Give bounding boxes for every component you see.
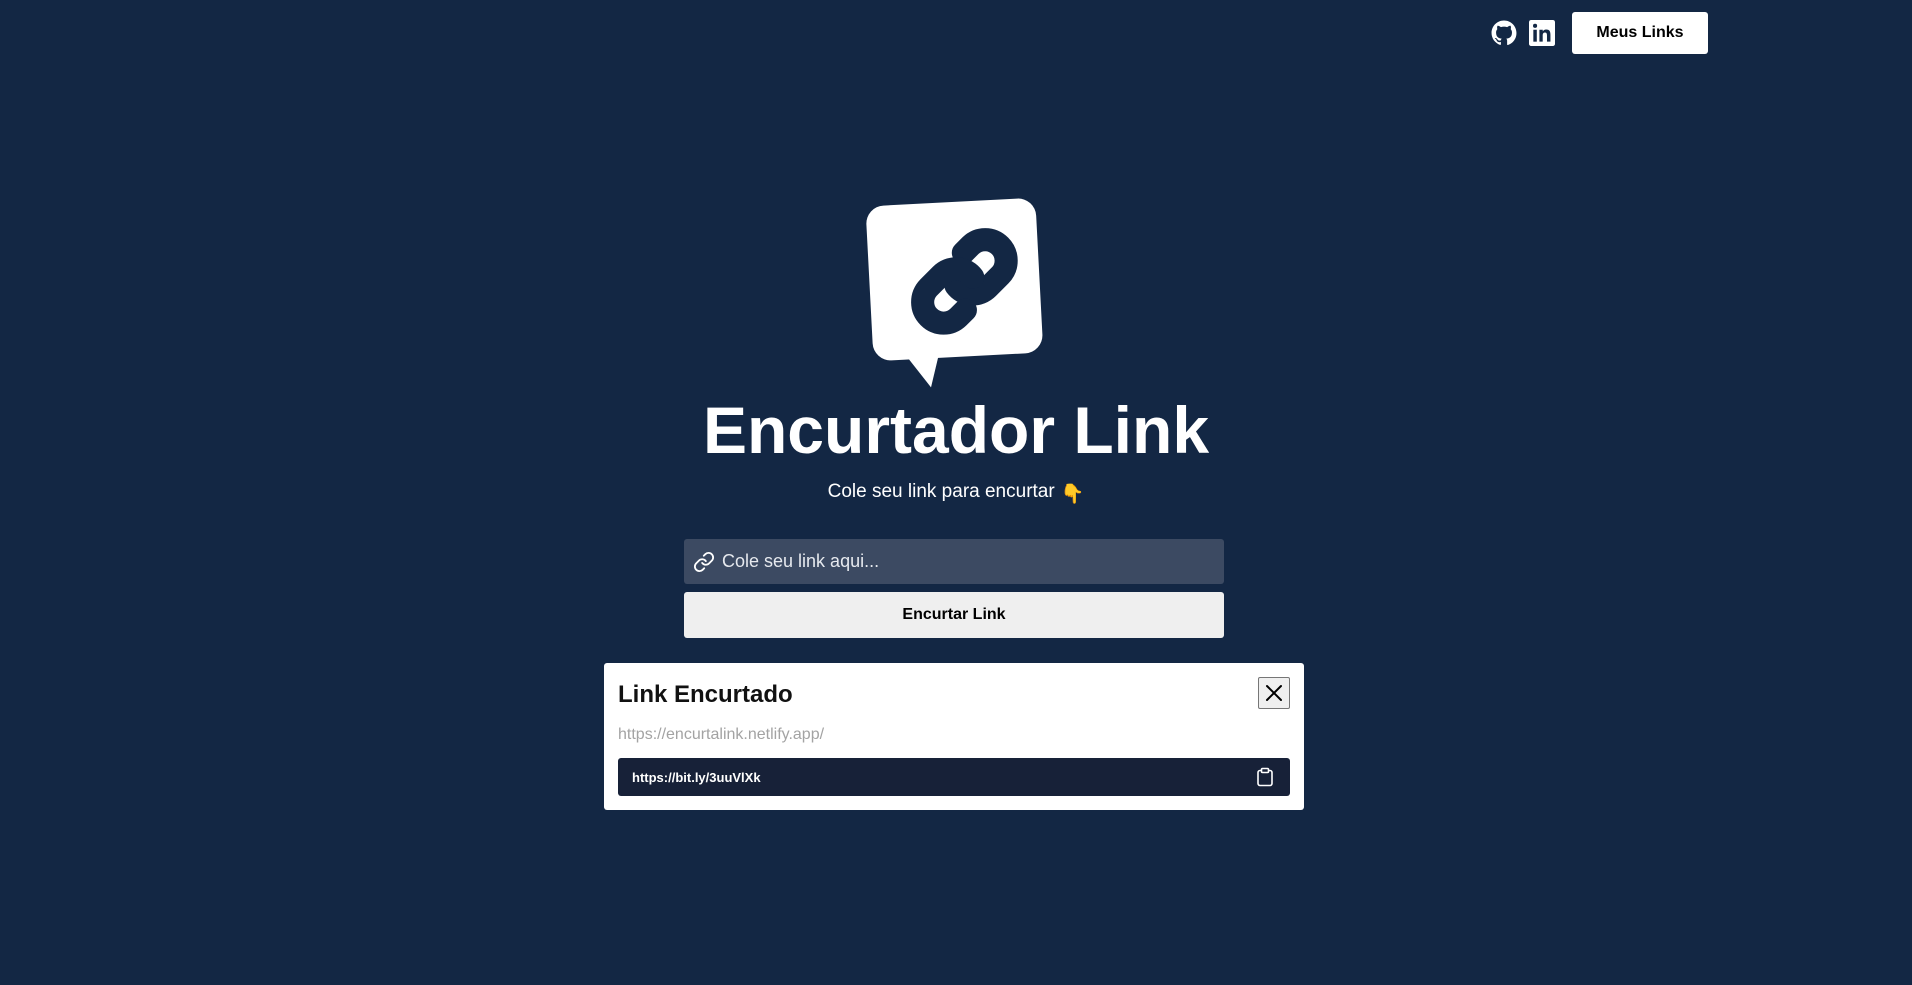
- shortened-link-modal: Link Encurtado https://encurtalink.netli…: [604, 663, 1304, 810]
- short-url: https://bit.ly/3uuVlXk: [632, 769, 761, 785]
- page-title: Encurtador Link: [702, 393, 1210, 467]
- short-link-row[interactable]: https://bit.ly/3uuVlXk: [618, 758, 1290, 796]
- my-links-button[interactable]: Meus Links: [1572, 12, 1708, 54]
- top-bar: Meus Links: [1490, 12, 1708, 54]
- pointing-down-icon: 👇: [1060, 484, 1085, 505]
- chat-bubble-link-icon: [864, 196, 1044, 391]
- link-icon: [692, 550, 716, 574]
- shorten-link-button[interactable]: Encurtar Link: [684, 592, 1224, 638]
- subtitle-text: Cole seu link para encurtar: [827, 481, 1055, 502]
- link-input-container: [684, 539, 1224, 584]
- linkedin-icon[interactable]: [1528, 19, 1556, 47]
- page-subtitle: Cole seu link para encurtar 👇: [0, 480, 1912, 507]
- clipboard-icon[interactable]: [1254, 766, 1276, 788]
- close-modal-button[interactable]: [1258, 677, 1290, 709]
- original-url: https://encurtalink.netlify.app/: [618, 726, 825, 743]
- link-input[interactable]: [722, 539, 1224, 584]
- close-icon: [1264, 683, 1284, 703]
- modal-title: Link Encurtado: [618, 681, 793, 708]
- github-icon[interactable]: [1490, 19, 1518, 47]
